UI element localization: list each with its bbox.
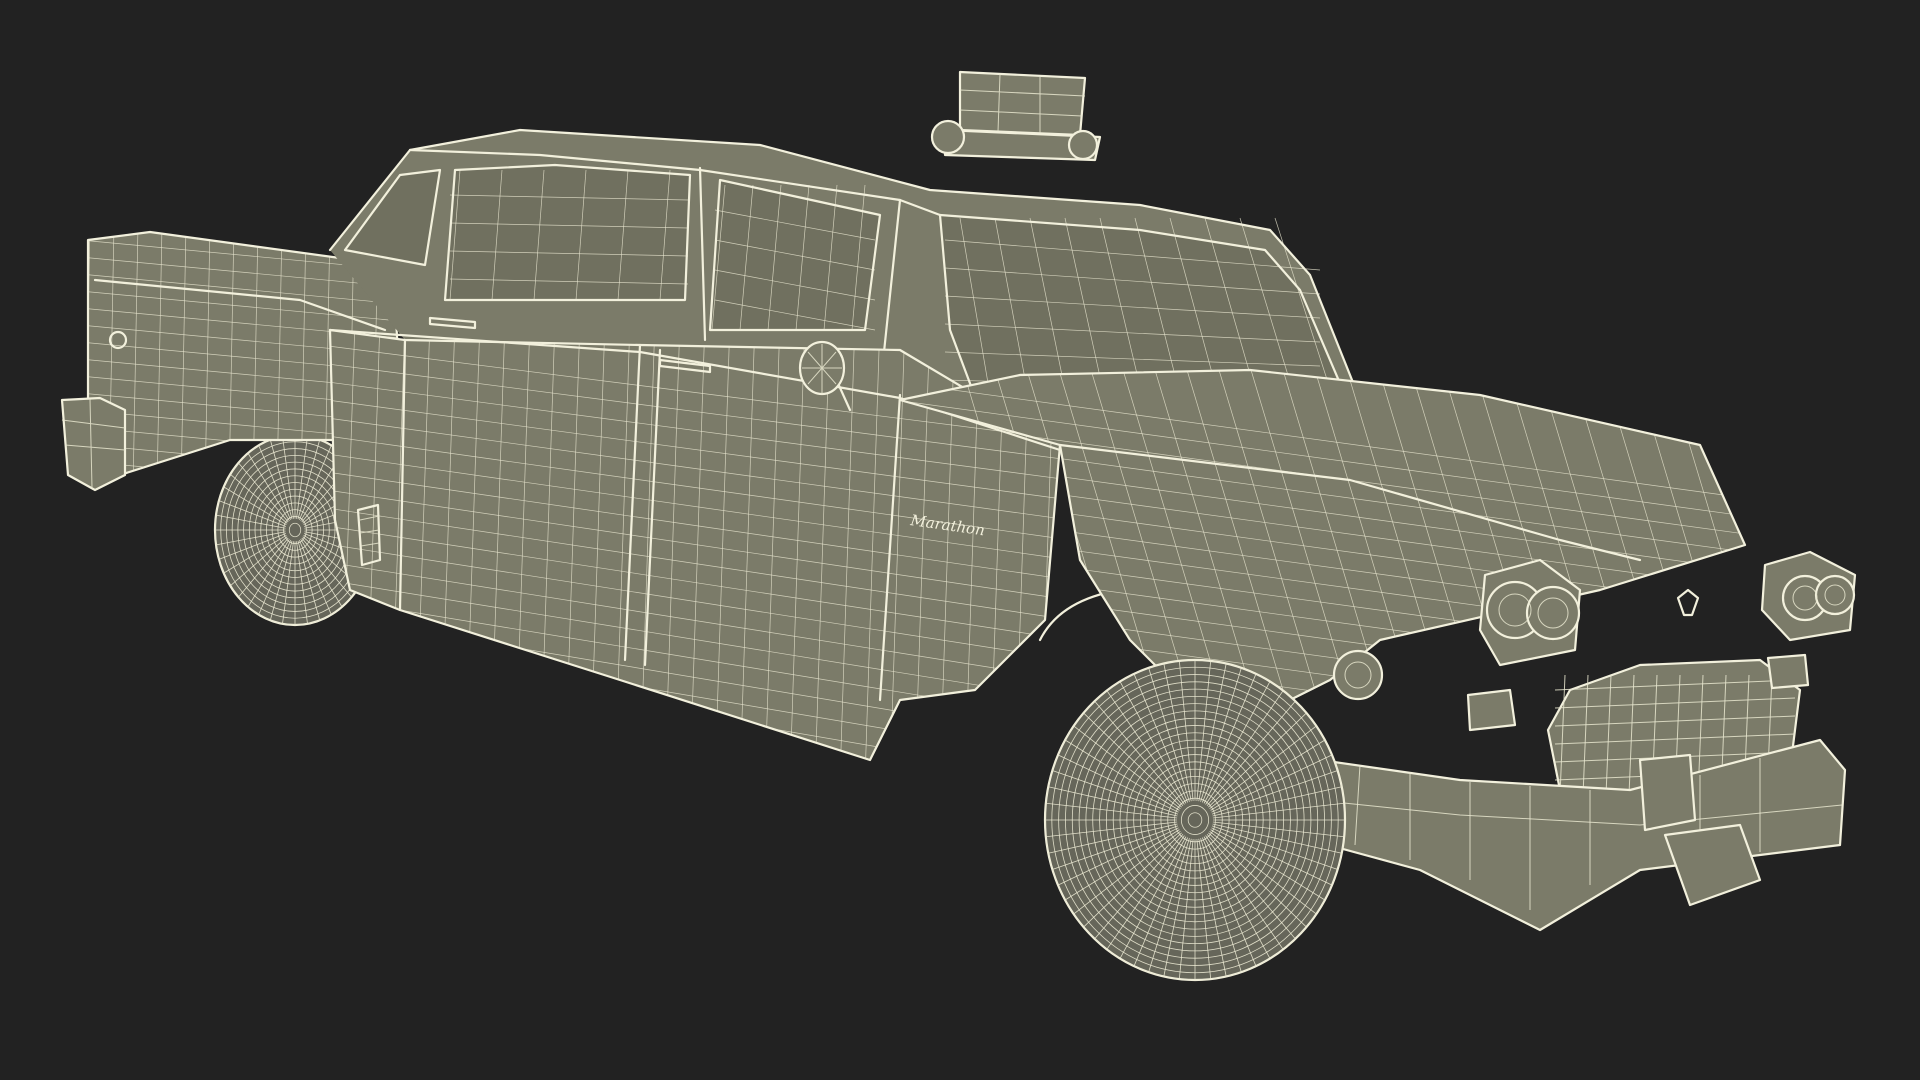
wireframe-taxi-model: Marathon (60, 70, 1857, 982)
front-wheel (1043, 658, 1347, 982)
3d-viewport[interactable]: Marathon (0, 0, 1920, 1080)
